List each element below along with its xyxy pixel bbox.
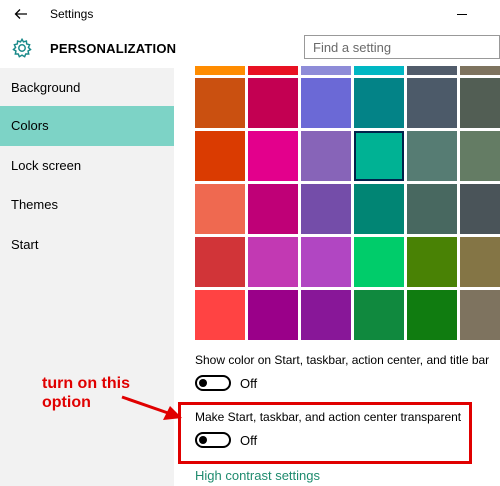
- color-swatch[interactable]: [460, 290, 500, 340]
- color-swatch[interactable]: [248, 66, 298, 75]
- high-contrast-settings-link[interactable]: High contrast settings: [195, 468, 320, 483]
- color-swatch[interactable]: [407, 237, 457, 287]
- color-swatch[interactable]: [460, 184, 500, 234]
- color-swatch[interactable]: [248, 131, 298, 181]
- sidebar-item-start[interactable]: Start: [0, 225, 174, 265]
- color-swatch[interactable]: [301, 131, 351, 181]
- back-button[interactable]: [8, 4, 34, 24]
- color-swatch[interactable]: [195, 78, 245, 128]
- annotation-text: turn on this option: [42, 374, 130, 412]
- show-color-label: Show color on Start, taskbar, action cen…: [195, 353, 490, 367]
- annotation-line-1: turn on this: [42, 375, 130, 392]
- sidebar-item-label: Themes: [11, 197, 58, 212]
- color-swatch[interactable]: [248, 78, 298, 128]
- window-title: Settings: [50, 7, 94, 21]
- search-input[interactable]: [313, 37, 493, 57]
- sidebar-item-background[interactable]: Background: [0, 68, 174, 108]
- color-swatch[interactable]: [301, 66, 351, 75]
- annotation-highlight-box: [178, 402, 472, 464]
- accent-color-grid: [195, 66, 500, 342]
- sidebar-item-label: Start: [11, 237, 39, 252]
- color-swatch[interactable]: [195, 131, 245, 181]
- color-swatch[interactable]: [407, 290, 457, 340]
- sidebar-item-themes[interactable]: Themes: [0, 185, 174, 225]
- search-box[interactable]: [304, 35, 500, 59]
- color-swatch[interactable]: [460, 237, 500, 287]
- color-swatch[interactable]: [195, 237, 245, 287]
- annotation-line-2: option: [42, 394, 91, 411]
- color-swatch[interactable]: [407, 66, 457, 75]
- show-color-state: Off: [240, 376, 258, 391]
- page-header: PERSONALIZATION: [0, 28, 500, 68]
- sidebar: Background Colors Lock screen Themes Sta…: [0, 68, 174, 486]
- color-swatch[interactable]: [248, 184, 298, 234]
- page-title: PERSONALIZATION: [50, 41, 177, 56]
- color-swatch[interactable]: [301, 184, 351, 234]
- show-color-toggle[interactable]: [195, 375, 231, 391]
- color-swatch[interactable]: [195, 66, 245, 75]
- color-swatch[interactable]: [301, 290, 351, 340]
- color-swatch[interactable]: [354, 131, 404, 181]
- color-swatch[interactable]: [248, 237, 298, 287]
- color-swatch[interactable]: [407, 184, 457, 234]
- color-swatch[interactable]: [354, 66, 404, 75]
- color-swatch[interactable]: [460, 131, 500, 181]
- color-swatch[interactable]: [354, 184, 404, 234]
- minimize-icon: [457, 13, 467, 15]
- color-swatch[interactable]: [248, 290, 298, 340]
- sidebar-item-colors[interactable]: Colors: [0, 106, 174, 146]
- color-swatch[interactable]: [407, 78, 457, 128]
- color-swatch[interactable]: [301, 237, 351, 287]
- sidebar-item-label: Lock screen: [11, 158, 82, 173]
- back-arrow-icon: [14, 9, 27, 19]
- gear-icon: [12, 37, 32, 58]
- minimize-button[interactable]: [452, 4, 472, 24]
- sidebar-item-label: Colors: [11, 118, 49, 133]
- color-swatch[interactable]: [460, 66, 500, 75]
- color-swatch[interactable]: [195, 184, 245, 234]
- sidebar-item-label: Background: [11, 80, 81, 95]
- sidebar-item-lock-screen[interactable]: Lock screen: [0, 146, 174, 186]
- color-swatch[interactable]: [354, 237, 404, 287]
- color-swatch[interactable]: [460, 78, 500, 128]
- annotation-arrow-icon: [121, 395, 182, 420]
- color-swatch[interactable]: [354, 78, 404, 128]
- toggle-knob: [199, 379, 207, 387]
- color-swatch[interactable]: [301, 78, 351, 128]
- title-bar: Settings: [0, 0, 500, 28]
- color-swatch[interactable]: [407, 131, 457, 181]
- color-swatch[interactable]: [195, 290, 245, 340]
- color-swatch[interactable]: [354, 290, 404, 340]
